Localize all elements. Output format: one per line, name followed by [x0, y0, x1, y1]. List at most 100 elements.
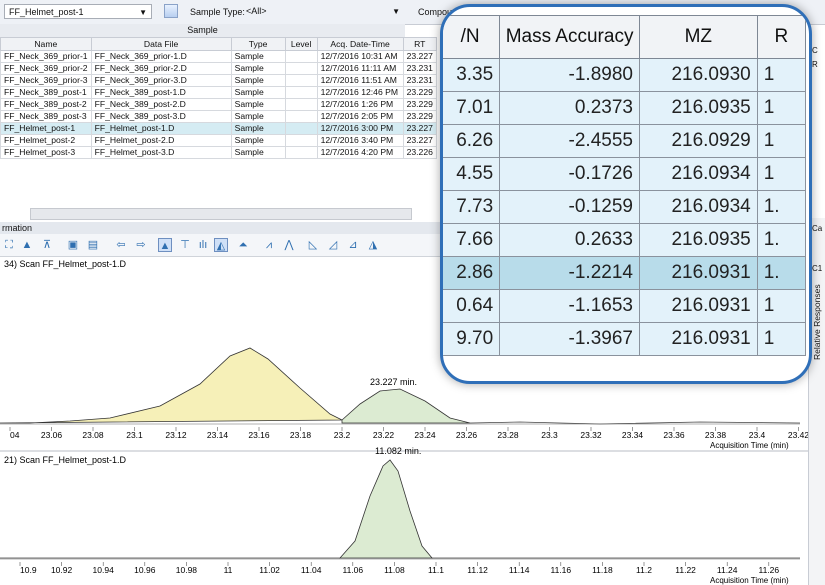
integrate-icon[interactable]: ▣ [66, 238, 80, 252]
magnified-row[interactable]: 3.35 -1.8980 216.0930 1 [443, 58, 807, 92]
file-selector-dropdown[interactable]: FF_Helmet_post-1 ▼ [4, 4, 152, 19]
magnified-row[interactable]: 0.64 -1.1653 216.0931 1 [443, 289, 807, 323]
navigate-icon[interactable] [164, 4, 178, 18]
table-row[interactable]: FF_Neck_389_post-1 FF_Neck_389_post-1.D Sa… [0, 86, 437, 99]
table-cell [284, 62, 318, 75]
table-cell: 12/7/2016 12:46 PM [316, 86, 404, 99]
table-cell: Sample [230, 74, 286, 87]
drop-line-icon[interactable]: ◺ [306, 238, 320, 252]
magnified-column-header[interactable]: Mass Accuracy [499, 15, 640, 59]
table-cell: 12/7/2016 4:20 PM [316, 146, 404, 159]
zoom-icon[interactable]: ⛶ [2, 238, 16, 252]
magnified-cell: 0.2373 [499, 91, 640, 125]
tick-label: 23.2 [334, 430, 351, 440]
magnified-column-header[interactable]: R [756, 15, 807, 59]
table-cell: Sample [230, 134, 286, 147]
table-cell [284, 98, 318, 111]
tick-label: 11.02 [259, 565, 280, 575]
table-cell: 23.227 [402, 50, 437, 63]
magnified-row[interactable]: 9.70 -1.3967 216.0931 1 [443, 322, 807, 356]
magnified-cell: -1.1653 [499, 289, 640, 323]
right-header-letter-c: C [812, 46, 818, 55]
previous-icon[interactable]: ⇦ [114, 238, 128, 252]
table-cell [284, 134, 318, 147]
relative-responses-axis-label: Relative Responses [812, 284, 822, 360]
sample-type-dropdown[interactable]: <All> ▼ [242, 4, 404, 19]
valley-icon[interactable]: ⊿ [346, 238, 360, 252]
table-cell: 12/7/2016 10:31 AM [316, 50, 404, 63]
table-row[interactable]: FF_Neck_369_prior-2 FF_Neck_369_prior-2.D… [0, 62, 437, 75]
spectrum-icon[interactable]: ◭ [214, 238, 228, 252]
tick-label: 10.98 [176, 565, 198, 575]
magnified-row[interactable]: 7.73 -0.1259 216.0934 1. [443, 190, 807, 224]
magnified-column-header[interactable]: /N [443, 15, 501, 59]
sample-type-label: Sample Type: [190, 7, 245, 17]
magnified-cell: 216.0934 [638, 190, 758, 224]
tick-label: 23.26 [456, 430, 478, 440]
table-cell: 12/7/2016 3:00 PM [316, 122, 404, 135]
baseline-icon[interactable]: ⊼ [40, 238, 54, 252]
magnified-cell: -0.1259 [499, 190, 640, 224]
column-header[interactable]: Acq. Date-Time [316, 37, 404, 51]
magnified-cell: 1. [756, 256, 807, 290]
tick-label: 23.32 [580, 430, 602, 440]
table-cell: 23.231 [402, 62, 437, 75]
tick-label: 23.16 [248, 430, 270, 440]
magnified-cell: 216.0935 [638, 223, 758, 257]
table-cell: Sample [230, 122, 286, 135]
table-row[interactable]: FF_Helmet_post-2 FF_Helmet_post-2.D Sample… [0, 134, 437, 147]
magnified-row[interactable]: 7.66 0.2633 216.0935 1. [443, 223, 807, 257]
chart2-title: 21) Scan FF_Helmet_post-1.D [4, 455, 127, 465]
label-peak-icon[interactable]: ⏶ [236, 238, 250, 252]
magnified-cell: -1.2214 [499, 256, 640, 290]
tick-label: 11.14 [509, 565, 530, 575]
column-header[interactable]: Data File [90, 37, 232, 51]
table-row[interactable]: FF_Neck_389_post-3 FF_Neck_389_post-3.D Sa… [0, 110, 437, 123]
tick-label: 10.94 [93, 565, 115, 575]
magnified-cell: 0.64 [443, 289, 501, 323]
bar-chart-icon[interactable]: ılı [196, 238, 210, 252]
tangent-skim-icon[interactable]: ◿ [326, 238, 340, 252]
overlay-icon[interactable]: ⊤ [178, 238, 192, 252]
table-row[interactable]: FF_Neck_369_prior-1 FF_Neck_369_prior-1.D… [0, 50, 437, 63]
chart1-title: 34) Scan FF_Helmet_post-1.D [4, 259, 127, 269]
table-cell: FF_Helmet_post-2 [0, 134, 92, 147]
magnified-row[interactable]: 4.55 -0.1726 216.0934 1 [443, 157, 807, 191]
magnified-cell: 216.0929 [638, 124, 758, 158]
chart2-x-label: Acquisition Time (min) [710, 576, 789, 585]
right-panel-label-c1: C1 [812, 264, 823, 273]
manual-integration-icon[interactable]: ⩘ [262, 238, 276, 252]
table-row[interactable]: FF_Neck_389_post-2 FF_Neck_389_post-2.D Sa… [0, 98, 437, 111]
magnified-results-callout: /N Mass Accuracy MZ R 3.35 -1.8980 216.0930 1 7… [440, 4, 812, 384]
table-cell: 23.226 [402, 146, 437, 159]
table-row[interactable]: FF_Helmet_post-1 FF_Helmet_post-1.D Sample… [0, 122, 437, 135]
tick-label: 10.9 [20, 565, 37, 575]
column-header[interactable]: Level [284, 37, 318, 51]
table-cell: 23.231 [402, 74, 437, 87]
chart1-peak-label: 23.227 min. [370, 377, 417, 387]
magnified-row[interactable]: 2.86 -1.2214 216.0931 1. [443, 256, 807, 290]
export-icon[interactable]: ▤ [86, 238, 100, 252]
table-cell: FF_Helmet_post-3.D [90, 146, 232, 159]
column-header[interactable]: RT [402, 37, 437, 51]
table-cell: FF_Helmet_post-1 [0, 122, 92, 135]
peak-icon[interactable]: ▲ [20, 238, 34, 252]
table-cell: 23.229 [402, 98, 437, 111]
table-cell: FF_Neck_389_post-1 [0, 86, 92, 99]
tick-label: 23.18 [290, 430, 312, 440]
column-header[interactable]: Name [0, 37, 92, 51]
chromatogram-toolbar: ⛶ ▲ ⊼ ▣ ▤ ⇦ ⇨ ▲ ⊤ ılı ◭ ⏶ ⩘ ⋀ ◺ ◿ ⊿ ◮ [0, 234, 470, 257]
column-header[interactable]: Type [230, 37, 286, 51]
magnified-row[interactable]: 6.26 -2.4555 216.0929 1 [443, 124, 807, 158]
table-row[interactable]: FF_Neck_369_prior-3 FF_Neck_369_prior-3.D… [0, 74, 437, 87]
tick-label: 11.12 [467, 565, 488, 575]
table-horizontal-scrollbar[interactable] [30, 208, 412, 220]
split-peak-icon[interactable]: ⋀ [282, 238, 296, 252]
magnified-row[interactable]: 7.01 0.2373 216.0935 1 [443, 91, 807, 125]
next-icon[interactable]: ⇨ [134, 238, 148, 252]
magnified-cell: 4.55 [443, 157, 501, 191]
magnified-column-header[interactable]: MZ [638, 15, 758, 59]
merge-peak-icon[interactable]: ◮ [366, 238, 380, 252]
peak-fill-icon[interactable]: ▲ [158, 238, 172, 252]
table-row[interactable]: FF_Helmet_post-3 FF_Helmet_post-3.D Sample… [0, 146, 437, 159]
